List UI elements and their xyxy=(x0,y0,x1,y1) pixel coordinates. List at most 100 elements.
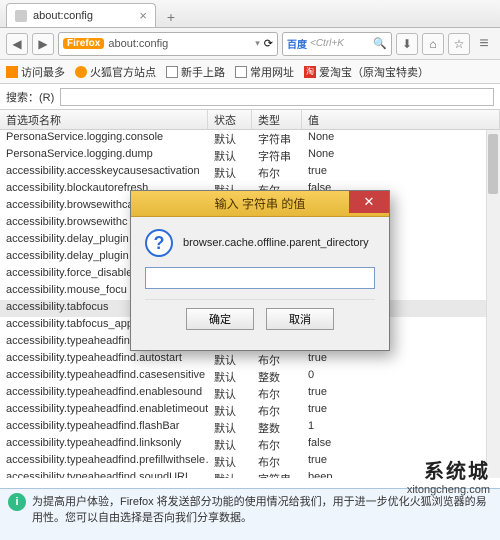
table-row[interactable]: accessibility.accesskeycausesactivation默… xyxy=(0,164,500,181)
cell-status: 默认 xyxy=(208,351,252,368)
cell-type: 字符串 xyxy=(252,470,302,478)
bookmark-item[interactable]: 新手上路 xyxy=(166,64,225,80)
cell-type: 布尔 xyxy=(252,436,302,453)
bookmark-item[interactable]: 淘爱淘宝（原淘宝特卖） xyxy=(304,64,429,80)
nav-toolbar: ◀ ▶ Firefox about:config ▾ ⟳ 百度 <Ctrl+K … xyxy=(0,28,500,60)
home-button[interactable]: ⌂ xyxy=(422,33,444,55)
cell-status: 默认 xyxy=(208,164,252,181)
bookmark-item[interactable]: 火狐官方站点 xyxy=(75,64,156,80)
bookmarks-bar: 访问最多 火狐官方站点 新手上路 常用网址淘爱淘宝（原淘宝特卖） xyxy=(0,60,500,84)
menu-button[interactable]: ≡ xyxy=(474,35,494,53)
info-bar: i 为提高用户体验，Firefox 将发送部分功能的使用情况给我们，用于进一步优… xyxy=(0,488,500,540)
prompt-dialog: 输入 字符串 的值 ✕ ? browser.cache.offline.pare… xyxy=(130,190,390,351)
cell-type: 布尔 xyxy=(252,351,302,368)
bookmark-icon xyxy=(75,66,87,78)
cell-name: accessibility.typeaheadfind.autostart xyxy=(0,351,208,368)
reload-icon[interactable]: ⟳ xyxy=(264,37,273,50)
bookmark-icon: 淘 xyxy=(304,66,316,78)
table-row[interactable]: PersonaService.logging.console默认字符串None xyxy=(0,130,500,147)
back-button[interactable]: ◀ xyxy=(6,33,28,55)
pref-table-header: 首选项名称 状态 类型 值 xyxy=(0,110,500,130)
cell-value: beep xyxy=(302,470,500,478)
search-engine-icon[interactable]: 百度 xyxy=(287,36,307,51)
cell-name: PersonaService.logging.dump xyxy=(0,147,208,164)
cell-value: true xyxy=(302,402,500,419)
cell-status: 默认 xyxy=(208,402,252,419)
cell-type: 整数 xyxy=(252,368,302,385)
cell-name: accessibility.typeaheadfind.enabletimeou… xyxy=(0,402,208,419)
browser-tab[interactable]: about:config × xyxy=(6,3,156,27)
url-bar[interactable]: Firefox about:config ▾ ⟳ xyxy=(58,32,278,56)
new-tab-button[interactable]: + xyxy=(160,9,182,27)
pref-search-input[interactable] xyxy=(60,88,494,106)
cell-status: 默认 xyxy=(208,147,252,164)
dialog-input[interactable] xyxy=(145,267,375,289)
cell-value: true xyxy=(302,385,500,402)
dialog-titlebar[interactable]: 输入 字符串 的值 ✕ xyxy=(131,191,389,217)
bookmark-icon xyxy=(6,66,18,78)
dialog-close-button[interactable]: ✕ xyxy=(349,191,389,213)
cell-status: 默认 xyxy=(208,453,252,470)
tab-strip: about:config × + xyxy=(0,0,500,28)
info-text: 为提高用户体验，Firefox 将发送部分功能的使用情况给我们，用于进一步优化火… xyxy=(32,493,492,536)
scrollbar[interactable] xyxy=(486,130,500,478)
cell-value: None xyxy=(302,130,500,147)
chevron-down-icon[interactable]: ▾ xyxy=(255,38,260,49)
bookmark-icon xyxy=(166,66,178,78)
table-row[interactable]: accessibility.typeaheadfind.flashBar默认整数… xyxy=(0,419,500,436)
bookmark-label: 新手上路 xyxy=(181,64,225,80)
pref-search-row: 搜索：(R) xyxy=(0,84,500,110)
cell-status: 默认 xyxy=(208,130,252,147)
bookmark-label: 火狐官方站点 xyxy=(90,64,156,80)
table-row[interactable]: accessibility.typeaheadfind.prefillwiths… xyxy=(0,453,500,470)
pref-search-label: 搜索：(R) xyxy=(6,89,54,105)
cell-name: accessibility.typeaheadfind.soundURL xyxy=(0,470,208,478)
ok-button[interactable]: 确定 xyxy=(186,308,254,330)
cell-value: true xyxy=(302,453,500,470)
tab-title: about:config xyxy=(33,10,133,22)
cell-status: 默认 xyxy=(208,470,252,478)
col-value[interactable]: 值 xyxy=(302,110,500,129)
table-row[interactable]: accessibility.typeaheadfind.enablesound默… xyxy=(0,385,500,402)
bookmark-star-button[interactable]: ☆ xyxy=(448,33,470,55)
cell-name: accessibility.accesskeycausesactivation xyxy=(0,164,208,181)
cell-name: accessibility.typeaheadfind.linksonly xyxy=(0,436,208,453)
cell-name: accessibility.typeaheadfind.enablesound xyxy=(0,385,208,402)
bookmark-item[interactable]: 访问最多 xyxy=(6,64,65,80)
col-name[interactable]: 首选项名称 xyxy=(0,110,208,129)
info-icon: i xyxy=(8,493,26,511)
col-type[interactable]: 类型 xyxy=(252,110,302,129)
col-status[interactable]: 状态 xyxy=(208,110,252,129)
dialog-label: browser.cache.offline.parent_directory xyxy=(183,237,369,249)
cancel-button[interactable]: 取消 xyxy=(266,308,334,330)
table-row[interactable]: accessibility.typeaheadfind.soundURL默认字符… xyxy=(0,470,500,478)
cell-status: 默认 xyxy=(208,385,252,402)
cell-type: 字符串 xyxy=(252,130,302,147)
bookmark-item[interactable]: 常用网址 xyxy=(235,64,294,80)
bookmark-label: 爱淘宝（原淘宝特卖） xyxy=(319,64,429,80)
bookmark-label: 常用网址 xyxy=(250,64,294,80)
cell-value: 1 xyxy=(302,419,500,436)
search-box[interactable]: 百度 <Ctrl+K 🔍 xyxy=(282,32,392,56)
scrollbar-thumb[interactable] xyxy=(488,134,498,194)
table-row[interactable]: accessibility.typeaheadfind.autostart默认布… xyxy=(0,351,500,368)
cell-type: 布尔 xyxy=(252,402,302,419)
forward-button[interactable]: ▶ xyxy=(32,33,54,55)
cell-type: 字符串 xyxy=(252,147,302,164)
dialog-title: 输入 字符串 的值 xyxy=(215,195,306,212)
cell-value: false xyxy=(302,436,500,453)
url-text: about:config xyxy=(108,38,251,50)
search-icon[interactable]: 🔍 xyxy=(373,37,387,50)
cell-value: 0 xyxy=(302,368,500,385)
table-row[interactable]: accessibility.typeaheadfind.enabletimeou… xyxy=(0,402,500,419)
downloads-button[interactable]: ⬇ xyxy=(396,33,418,55)
close-icon[interactable]: × xyxy=(139,8,147,23)
cell-value: true xyxy=(302,164,500,181)
table-row[interactable]: accessibility.typeaheadfind.casesensitiv… xyxy=(0,368,500,385)
cell-type: 布尔 xyxy=(252,453,302,470)
table-row[interactable]: PersonaService.logging.dump默认字符串None xyxy=(0,147,500,164)
cell-type: 整数 xyxy=(252,419,302,436)
question-icon: ? xyxy=(145,229,173,257)
cell-name: accessibility.typeaheadfind.prefillwiths… xyxy=(0,453,208,470)
table-row[interactable]: accessibility.typeaheadfind.linksonly默认布… xyxy=(0,436,500,453)
